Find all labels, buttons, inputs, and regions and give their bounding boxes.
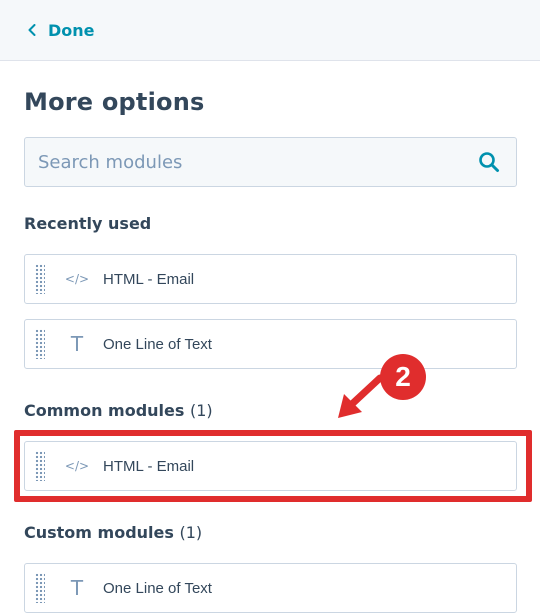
drag-handle-icon[interactable]	[35, 264, 45, 294]
module-item-one-line-text[interactable]: T One Line of Text	[24, 563, 517, 613]
text-icon: T	[70, 576, 84, 600]
search-box	[24, 137, 517, 187]
module-item-html-email[interactable]: </> HTML - Email	[24, 441, 517, 491]
chevron-left-icon	[28, 24, 36, 36]
module-label: One Line of Text	[103, 335, 212, 353]
module-label: HTML - Email	[103, 270, 195, 288]
search-input[interactable]	[38, 151, 478, 173]
drag-handle-icon[interactable]	[35, 451, 45, 481]
module-item-html-email[interactable]: </> HTML - Email	[24, 254, 517, 304]
page-title: More options	[24, 88, 205, 116]
custom-modules-heading: Custom modules (1)	[24, 523, 203, 542]
drag-handle-icon[interactable]	[35, 329, 45, 359]
drag-handle-icon[interactable]	[35, 573, 45, 603]
done-label: Done	[48, 20, 95, 40]
text-icon: T	[70, 332, 84, 356]
search-icon[interactable]	[478, 151, 500, 173]
module-label: One Line of Text	[103, 579, 212, 597]
code-icon: </>	[64, 459, 90, 473]
step-badge: 2	[380, 354, 426, 400]
module-label: HTML - Email	[103, 457, 195, 475]
code-icon: </>	[64, 272, 90, 286]
recently-used-heading: Recently used	[24, 214, 152, 233]
module-item-one-line-text[interactable]: T One Line of Text	[24, 319, 517, 369]
common-modules-heading: Common modules (1)	[24, 401, 213, 420]
common-modules-count: (1)	[189, 401, 213, 420]
custom-modules-count: (1)	[179, 523, 203, 542]
done-button[interactable]: Done	[28, 21, 95, 40]
top-bar: Done	[0, 0, 540, 61]
